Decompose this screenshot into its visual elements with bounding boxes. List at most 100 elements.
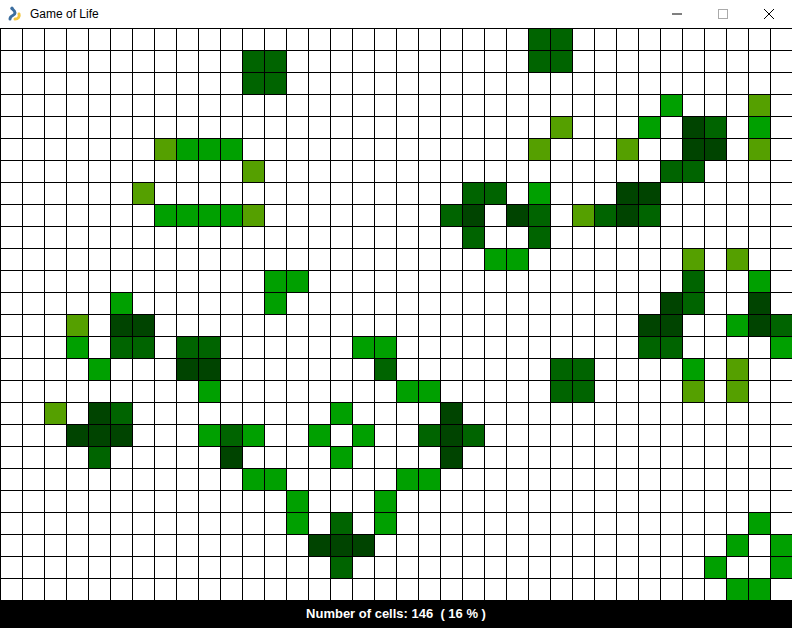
live-cell[interactable] xyxy=(705,139,726,160)
live-cell[interactable] xyxy=(771,315,792,336)
live-cell[interactable] xyxy=(397,381,418,402)
live-cell[interactable] xyxy=(287,491,308,512)
live-cell[interactable] xyxy=(221,205,242,226)
live-cell[interactable] xyxy=(595,205,616,226)
live-cell[interactable] xyxy=(419,381,440,402)
live-cell[interactable] xyxy=(67,315,88,336)
live-cell[interactable] xyxy=(485,249,506,270)
live-cell[interactable] xyxy=(155,139,176,160)
live-cell[interactable] xyxy=(375,491,396,512)
live-cell[interactable] xyxy=(67,337,88,358)
live-cell[interactable] xyxy=(375,359,396,380)
live-cell[interactable] xyxy=(331,403,352,424)
live-cell[interactable] xyxy=(221,139,242,160)
live-cell[interactable] xyxy=(639,315,660,336)
live-cell[interactable] xyxy=(683,117,704,138)
live-cell[interactable] xyxy=(749,315,770,336)
live-cell[interactable] xyxy=(221,447,242,468)
live-cell[interactable] xyxy=(551,359,572,380)
live-cell[interactable] xyxy=(375,513,396,534)
live-cell[interactable] xyxy=(683,381,704,402)
live-cell[interactable] xyxy=(661,315,682,336)
live-cell[interactable] xyxy=(397,469,418,490)
live-cell[interactable] xyxy=(551,381,572,402)
live-cell[interactable] xyxy=(551,51,572,72)
live-cell[interactable] xyxy=(89,359,110,380)
live-cell[interactable] xyxy=(727,535,748,556)
live-cell[interactable] xyxy=(221,425,242,446)
live-cell[interactable] xyxy=(199,381,220,402)
live-cell[interactable] xyxy=(265,51,286,72)
live-cell[interactable] xyxy=(265,293,286,314)
live-cell[interactable] xyxy=(749,271,770,292)
live-cell[interactable] xyxy=(749,579,770,600)
live-cell[interactable] xyxy=(661,161,682,182)
close-icon[interactable] xyxy=(746,0,792,28)
live-cell[interactable] xyxy=(771,557,792,578)
live-cell[interactable] xyxy=(683,271,704,292)
live-cell[interactable] xyxy=(353,425,374,446)
live-cell[interactable] xyxy=(639,205,660,226)
live-cell[interactable] xyxy=(661,293,682,314)
live-cell[interactable] xyxy=(199,359,220,380)
live-cell[interactable] xyxy=(661,337,682,358)
live-cell[interactable] xyxy=(177,205,198,226)
live-cell[interactable] xyxy=(507,205,528,226)
live-cell[interactable] xyxy=(441,403,462,424)
live-cell[interactable] xyxy=(771,337,792,358)
live-cell[interactable] xyxy=(441,425,462,446)
live-cell[interactable] xyxy=(353,337,374,358)
live-cell[interactable] xyxy=(463,425,484,446)
live-cell[interactable] xyxy=(111,337,132,358)
live-cell[interactable] xyxy=(727,249,748,270)
live-cell[interactable] xyxy=(573,359,594,380)
live-cell[interactable] xyxy=(705,557,726,578)
live-cell[interactable] xyxy=(265,271,286,292)
live-cell[interactable] xyxy=(243,205,264,226)
live-cell[interactable] xyxy=(45,403,66,424)
live-cell[interactable] xyxy=(265,469,286,490)
live-cell[interactable] xyxy=(529,183,550,204)
live-cell[interactable] xyxy=(331,557,352,578)
live-cell[interactable] xyxy=(309,425,330,446)
live-cell[interactable] xyxy=(265,73,286,94)
live-cell[interactable] xyxy=(771,535,792,556)
live-cell[interactable] xyxy=(67,425,88,446)
live-cell[interactable] xyxy=(551,117,572,138)
game-grid[interactable] xyxy=(0,28,792,600)
live-cell[interactable] xyxy=(727,315,748,336)
live-cell[interactable] xyxy=(331,513,352,534)
live-cell[interactable] xyxy=(331,535,352,556)
live-cell[interactable] xyxy=(419,425,440,446)
live-cell[interactable] xyxy=(705,117,726,138)
live-cell[interactable] xyxy=(177,139,198,160)
live-cell[interactable] xyxy=(639,117,660,138)
live-cell[interactable] xyxy=(683,139,704,160)
live-cell[interactable] xyxy=(529,227,550,248)
live-cell[interactable] xyxy=(133,183,154,204)
live-cell[interactable] xyxy=(749,95,770,116)
live-cell[interactable] xyxy=(111,403,132,424)
live-cell[interactable] xyxy=(749,513,770,534)
live-cell[interactable] xyxy=(243,161,264,182)
live-cell[interactable] xyxy=(133,337,154,358)
live-cell[interactable] xyxy=(199,205,220,226)
live-cell[interactable] xyxy=(463,227,484,248)
live-cell[interactable] xyxy=(639,337,660,358)
live-cell[interactable] xyxy=(529,205,550,226)
live-cell[interactable] xyxy=(639,183,660,204)
live-cell[interactable] xyxy=(89,425,110,446)
minimize-icon[interactable] xyxy=(654,0,700,28)
live-cell[interactable] xyxy=(683,161,704,182)
live-cell[interactable] xyxy=(507,249,528,270)
live-cell[interactable] xyxy=(243,51,264,72)
live-cell[interactable] xyxy=(463,183,484,204)
live-cell[interactable] xyxy=(727,579,748,600)
live-cell[interactable] xyxy=(683,359,704,380)
live-cell[interactable] xyxy=(441,447,462,468)
live-cell[interactable] xyxy=(331,447,352,468)
live-cell[interactable] xyxy=(309,535,330,556)
live-cell[interactable] xyxy=(353,535,374,556)
live-cell[interactable] xyxy=(375,337,396,358)
live-cell[interactable] xyxy=(683,249,704,270)
